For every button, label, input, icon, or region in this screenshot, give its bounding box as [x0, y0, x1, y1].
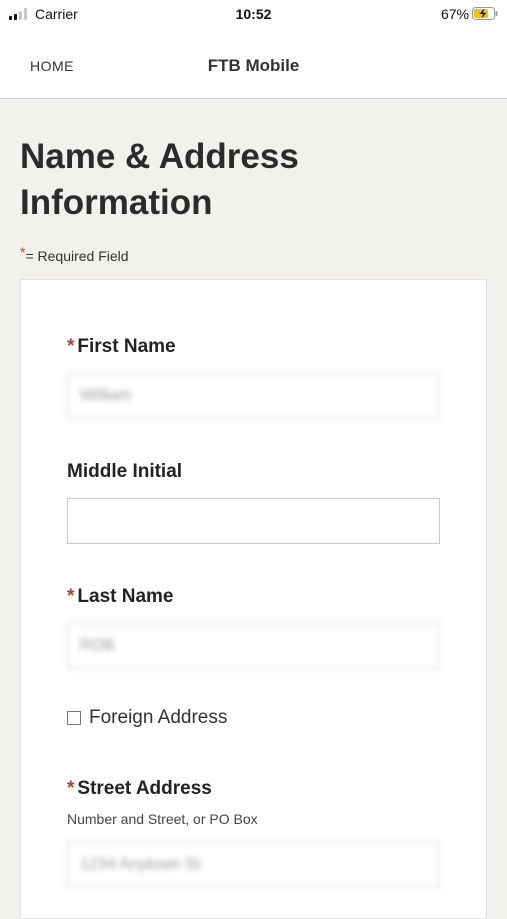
foreign-address-label[interactable]: Foreign Address — [89, 707, 227, 729]
street-address-label: * Street Address — [67, 778, 212, 800]
battery-charging-icon — [472, 7, 498, 20]
last-name-input[interactable] — [67, 623, 440, 669]
required-note-text: = Required Field — [25, 248, 129, 264]
first-name-label-text: First Name — [77, 336, 176, 357]
first-name-label: * First Name — [67, 336, 176, 358]
last-name-label: * Last Name — [67, 586, 174, 608]
foreign-address-checkbox[interactable] — [67, 711, 81, 725]
app-title: FTB Mobile — [207, 56, 300, 75]
middle-initial-label: Middle Initial — [67, 461, 182, 483]
first-name-input[interactable] — [67, 373, 440, 419]
required-star: * — [67, 586, 75, 607]
status-bar: Carrier 10:52 67% — [0, 0, 507, 30]
middle-initial-label-text: Middle Initial — [67, 461, 183, 482]
required-field-note: *= Required Field — [20, 244, 129, 264]
required-star: * — [67, 778, 75, 799]
required-star: * — [67, 336, 75, 357]
street-address-input[interactable] — [67, 842, 440, 888]
street-address-hint: Number and Street, or PO Box — [67, 811, 258, 827]
street-address-label-text: Street Address — [77, 778, 212, 799]
status-time: 10:52 — [235, 6, 272, 22]
middle-initial-input[interactable] — [67, 498, 440, 544]
battery-percentage: 67% — [440, 6, 469, 22]
last-name-label-text: Last Name — [77, 586, 174, 607]
page-title: Name & Address Information — [20, 137, 299, 222]
nav-bar: HOME FTB Mobile — [0, 30, 507, 99]
required-star: * — [20, 244, 26, 260]
